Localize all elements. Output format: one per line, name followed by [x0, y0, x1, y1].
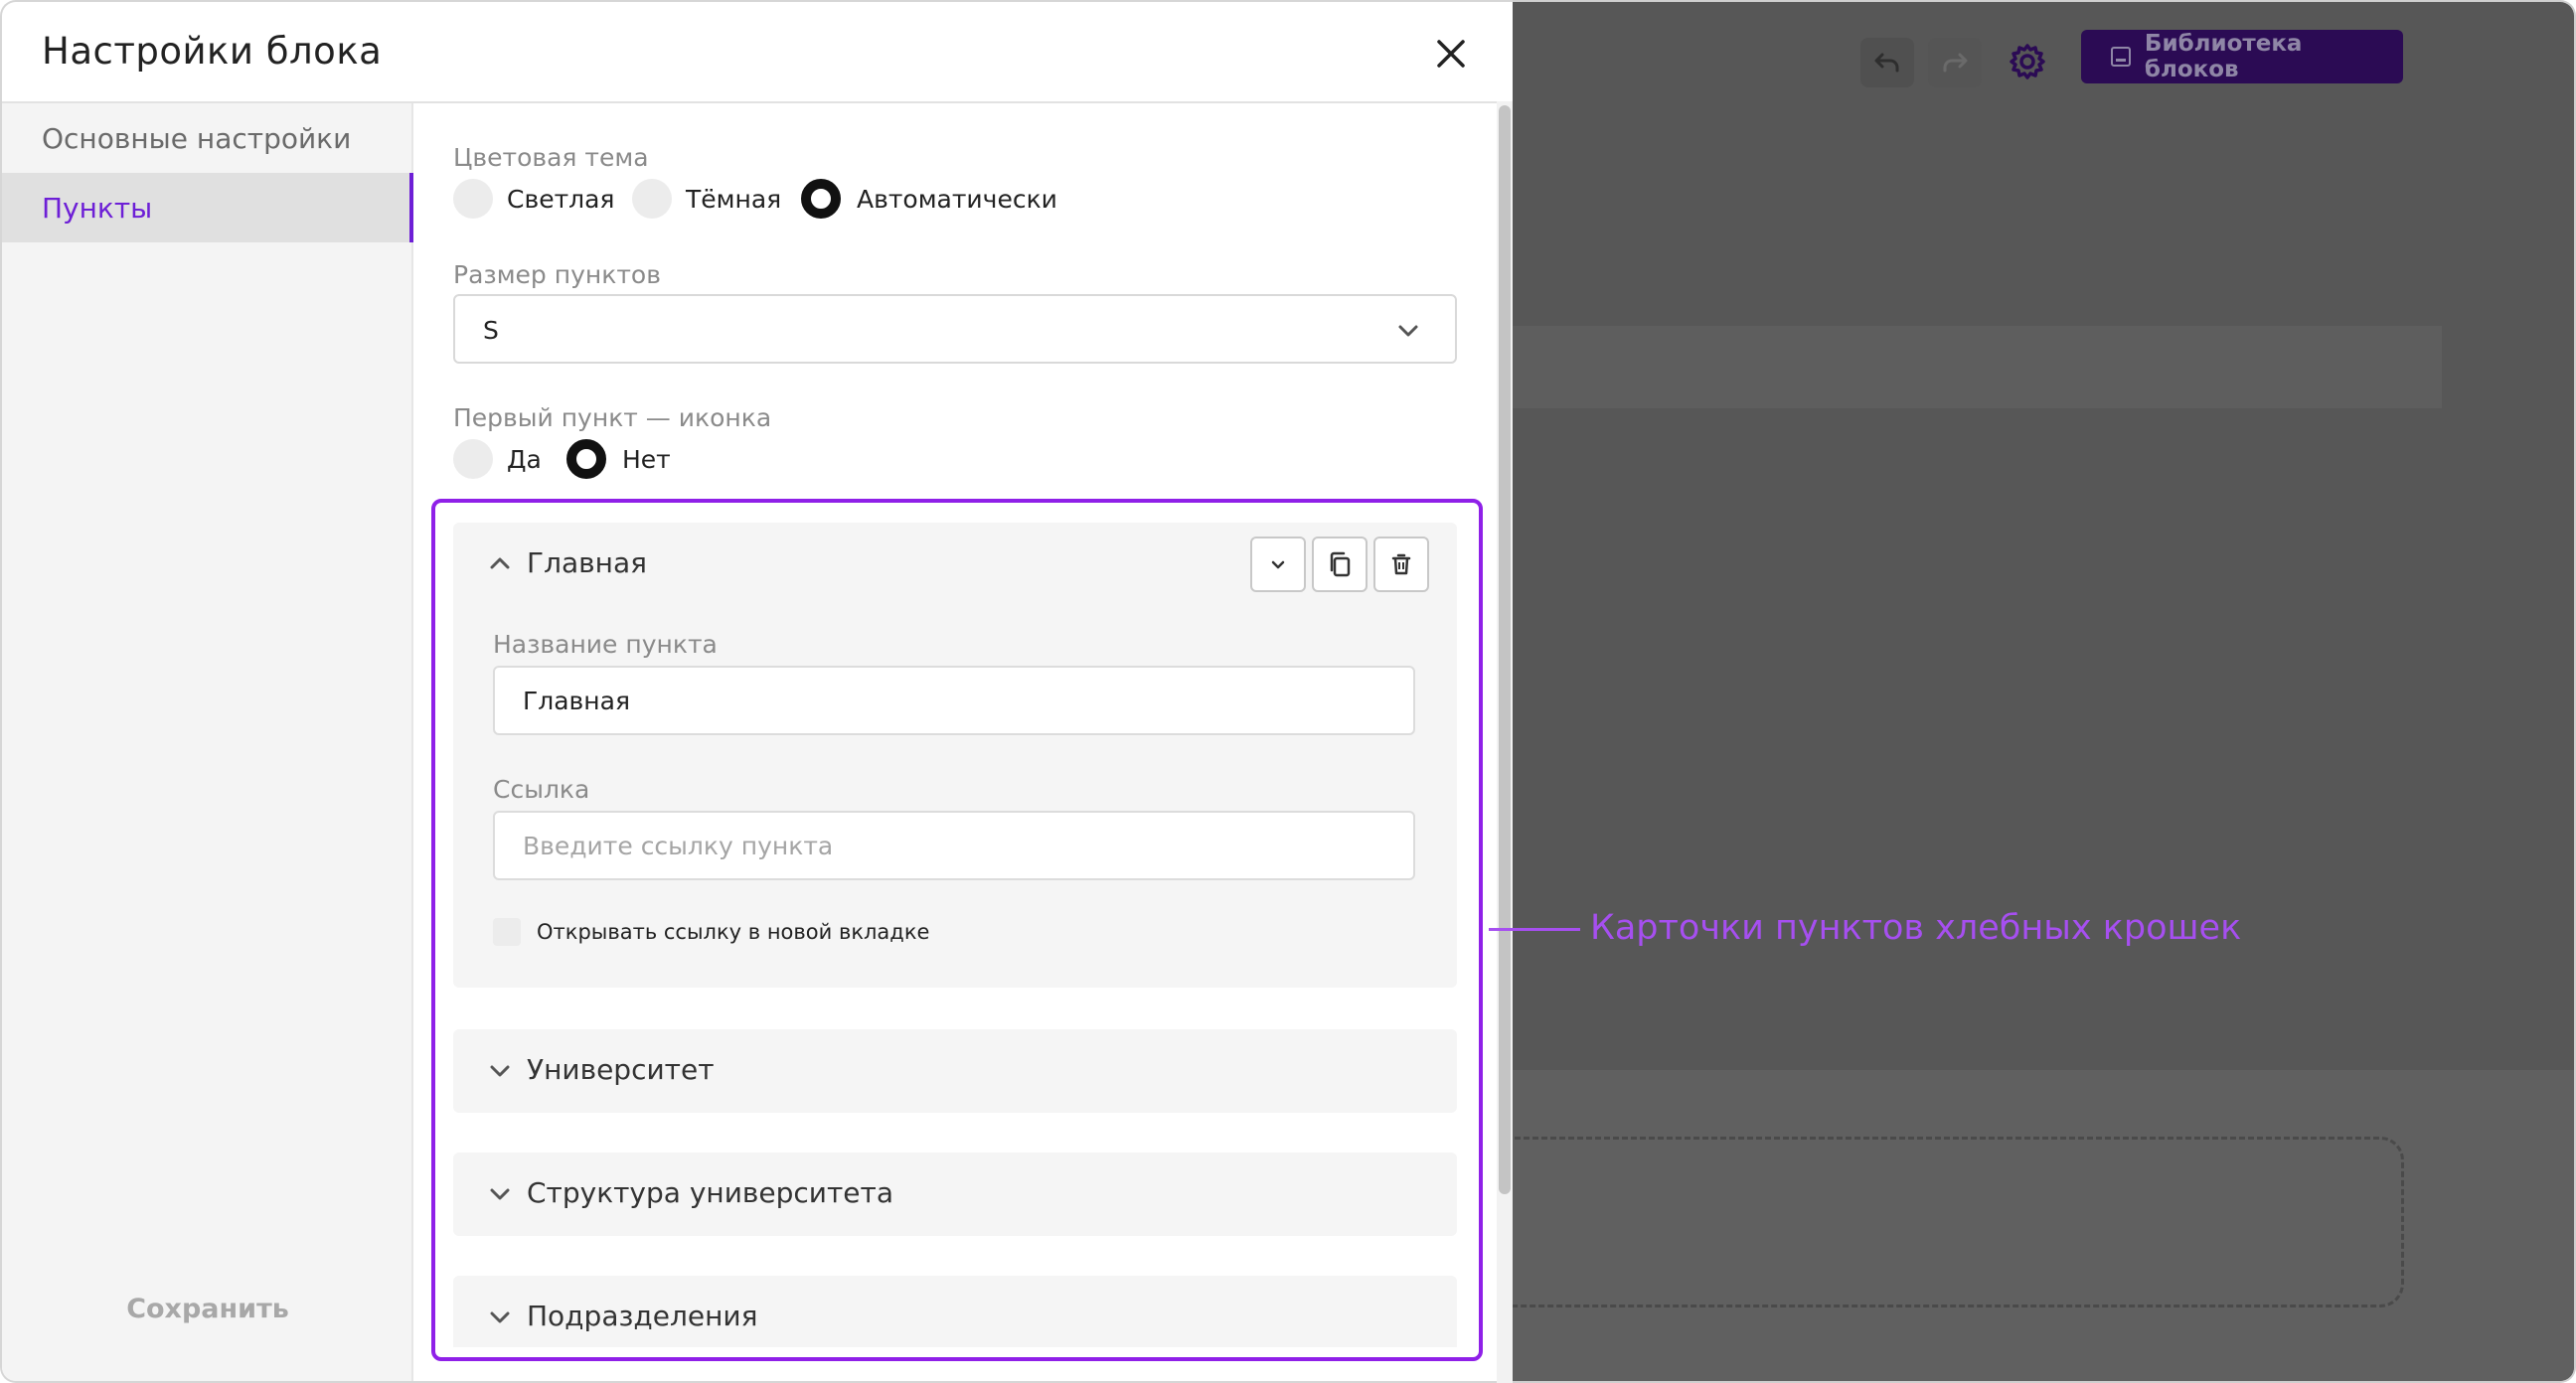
annotation-label: Карточки пунктов хлебных крошек — [1590, 908, 2242, 948]
redo-icon — [1943, 53, 1968, 73]
item-size-label: Размер пунктов — [453, 260, 661, 289]
theme-radio-auto[interactable] — [801, 179, 841, 219]
gear-icon — [2010, 44, 2045, 79]
undo-icon — [1874, 53, 1899, 73]
theme-radio-dark-label: Тёмная — [686, 185, 782, 214]
editor-backdrop[interactable]: Библиотека блоков — [1513, 0, 2576, 1383]
screen: Библиотека блоков Настройки блока Основн… — [0, 0, 2576, 1383]
close-icon — [1437, 40, 1465, 68]
first-icon-radio-yes[interactable] — [453, 439, 493, 479]
sidebar-item-items[interactable]: Пункты — [2, 173, 413, 242]
chevron-down-icon — [1398, 325, 1418, 337]
settings-button[interactable] — [1998, 32, 2057, 91]
block-library-button[interactable]: Библиотека блоков — [2081, 30, 2403, 83]
item-size-value: S — [483, 316, 499, 345]
theme-radio-auto-label: Автоматически — [857, 185, 1057, 214]
item-size-select[interactable]: S — [453, 294, 1457, 364]
annotation-line — [1489, 928, 1580, 931]
close-button[interactable] — [1429, 32, 1473, 76]
settings-sidebar: Основные настройки Пункты Сохранить — [2, 103, 413, 1381]
scrollbar-thumb[interactable] — [1499, 105, 1511, 1194]
library-icon — [2111, 47, 2131, 67]
undo-button[interactable] — [1860, 38, 1914, 87]
theme-radio-dark[interactable] — [632, 179, 672, 219]
theme-radio-light[interactable] — [453, 179, 493, 219]
block-library-label: Библиотека блоков — [2144, 31, 2303, 82]
theme-radio-light-label: Светлая — [507, 185, 615, 214]
first-icon-label: Первый пункт — иконка — [453, 403, 772, 432]
panel-header: Настройки блока — [2, 2, 1513, 103]
backdrop-dropzone — [1513, 1137, 2404, 1307]
redo-button[interactable] — [1928, 38, 1982, 87]
save-button[interactable]: Сохранить — [2, 1294, 413, 1324]
sidebar-item-main-settings[interactable]: Основные настройки — [2, 103, 413, 173]
panel-title: Настройки блока — [42, 30, 383, 73]
first-icon-radio-no[interactable] — [566, 439, 606, 479]
cards-highlight-frame — [431, 499, 1483, 1361]
first-icon-radio-yes-label: Да — [507, 445, 542, 474]
backdrop-block-strip — [1513, 326, 2442, 408]
theme-label: Цветовая тема — [453, 143, 649, 172]
first-icon-radio-no-label: Нет — [622, 445, 671, 474]
